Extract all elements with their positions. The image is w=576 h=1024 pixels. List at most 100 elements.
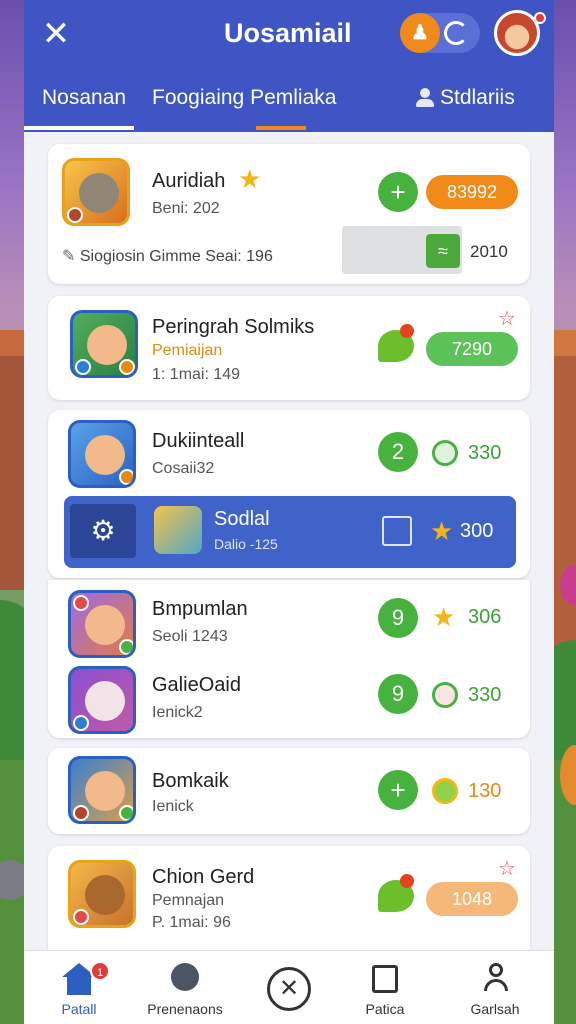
list-item[interactable]: Dukiinteall Cosaii32 2 330 ⚙ Sodlal Dali… — [48, 410, 530, 578]
nav-label: Patica — [365, 1001, 405, 1017]
hero-face-icon — [85, 605, 125, 645]
score-pill[interactable]: 7290 — [426, 332, 518, 366]
window-icon[interactable] — [382, 516, 412, 546]
progress-box: ≈ — [342, 226, 462, 274]
hero-face-icon — [87, 325, 127, 365]
game-name: Dukiinteall — [152, 430, 245, 452]
game-icon — [68, 860, 136, 928]
gem-icon — [73, 715, 89, 731]
nav-label: Prenenaons — [147, 1001, 223, 1017]
person-icon — [416, 88, 434, 108]
game-icon — [154, 506, 202, 554]
coin-icon: ♟ — [400, 13, 440, 53]
active-tab-indicator — [24, 126, 134, 130]
game-icon — [68, 590, 136, 658]
hero-face-icon — [85, 681, 125, 721]
nav-label: Patall — [61, 1001, 97, 1017]
add-button[interactable]: + — [378, 770, 418, 810]
star-icon: ★ — [238, 164, 262, 194]
gem-icon — [432, 778, 458, 804]
game-icon — [62, 158, 130, 226]
chart-icon: ≈ — [426, 234, 460, 268]
add-button[interactable]: + — [378, 172, 418, 212]
bottom-nav: 1 Patall Prenenaons ✕ Patica Garlsah — [24, 950, 554, 1024]
tab-indicator — [256, 126, 306, 130]
app-header: ✕ Uosamiail ♟ Nosanan Foogiaing Pemliaka… — [24, 0, 554, 132]
notification-dot — [534, 12, 546, 24]
chat-badge — [400, 874, 414, 888]
game-meta: 1: 1mai: 149 — [152, 366, 241, 383]
nav-item-patica[interactable]: Patica — [330, 951, 440, 1024]
game-subtitle: Ienick2 — [152, 704, 203, 721]
tab-stdlariis[interactable]: Stdlariis — [416, 86, 515, 110]
gem-icon — [73, 595, 89, 611]
hero-face-icon — [85, 435, 125, 475]
gem-icon — [119, 805, 133, 821]
game-name: GalieOaid — [152, 674, 241, 696]
game-name: Auridiah — [152, 170, 226, 192]
score-pill[interactable]: 1048 — [426, 882, 518, 916]
game-tag: Pemiaijan — [152, 342, 223, 359]
gem-icon — [75, 359, 91, 375]
game-subtitle: Beni: 202 — [152, 200, 220, 217]
game-icon — [68, 666, 136, 734]
nav-item-promotions[interactable]: Prenenaons — [130, 951, 240, 1024]
game-subtitle: Pemnajan — [152, 892, 225, 909]
profile-icon — [484, 963, 508, 993]
list-item[interactable]: Bmpumlan Seoli 1243 9 ★ 306 GalieOaid Ie… — [48, 580, 530, 738]
round-button[interactable]: 9 — [378, 598, 418, 638]
score-value: 306 — [468, 606, 502, 628]
game-subtitle: Dalio -125 — [214, 536, 278, 552]
game-icon — [68, 420, 136, 488]
gem-icon — [119, 469, 133, 485]
nav-item-profile[interactable]: Garlsah — [440, 951, 550, 1024]
gem-icon — [73, 805, 89, 821]
list-item[interactable]: Auridiah ★ Beni: 202 + 83992 ✎ Siogiosin… — [48, 144, 530, 284]
game-name: Bmpumlan — [152, 598, 248, 620]
nav-item-center[interactable]: ✕ — [234, 951, 344, 1024]
tab-nosanan[interactable]: Nosanan — [42, 86, 126, 110]
round-button[interactable]: 2 — [378, 432, 418, 472]
tab-foogiaing[interactable]: Foogiaing Pemliaka — [152, 86, 336, 110]
highlight-row[interactable]: ⚙ Sodlal Dalio -125 ★ 300 — [64, 496, 516, 568]
gem-icon — [67, 207, 83, 223]
wolf-icon — [79, 173, 119, 213]
chat-badge — [400, 324, 414, 338]
game-name: Peringrah Solmiks — [152, 316, 315, 338]
meta-text: Siogiosin Gimme Seai: 196 — [79, 248, 273, 265]
pencil-icon: ✎ — [62, 248, 80, 265]
gem-icon — [119, 359, 135, 375]
refresh-icon — [444, 21, 468, 45]
game-meta: ✎ Siogiosin Gimme Seai: 196 — [62, 246, 273, 266]
game-meta: P. 1mai: 96 — [152, 914, 231, 931]
star-icon: ★ — [430, 516, 454, 546]
list-item[interactable]: Chion Gerd Pemnajan P. 1mai: 96 ☆ 1048 — [48, 846, 530, 950]
star-icon: ★ — [432, 602, 456, 632]
score-value: 330 — [468, 442, 502, 464]
beast-icon — [85, 875, 125, 915]
nav-label: Garlsah — [470, 1001, 520, 1017]
score-value: 330 — [468, 684, 502, 706]
close-button[interactable]: ✕ — [36, 14, 76, 54]
game-icon — [68, 756, 136, 824]
app-title: Uosamiail — [224, 18, 352, 48]
settings-gear-icon[interactable]: ⚙ — [70, 504, 136, 558]
nav-item-home[interactable]: 1 Patall — [24, 951, 134, 1024]
list-item[interactable]: Bomkaik Ienick + 130 — [48, 748, 530, 834]
game-subtitle: Cosaii32 — [152, 460, 215, 477]
gem-icon — [119, 639, 133, 655]
hero-face-icon — [85, 771, 125, 811]
game-name: Bomkaik — [152, 770, 229, 792]
game-subtitle: Ienick — [152, 798, 194, 815]
tab-label: Stdlariis — [440, 86, 515, 109]
game-subtitle: Seoli 1243 — [152, 628, 228, 645]
round-button[interactable]: 9 — [378, 674, 418, 714]
game-list: Auridiah ★ Beni: 202 + 83992 ✎ Siogiosin… — [24, 132, 554, 950]
puzzle-icon — [171, 963, 199, 991]
score-pill[interactable]: 83992 — [426, 175, 518, 209]
score-value: 300 — [460, 520, 494, 542]
currency-pill[interactable]: ♟ — [400, 13, 480, 53]
list-item[interactable]: Peringrah Solmiks Pemiaijan 1: 1mai: 149… — [48, 296, 530, 400]
close-circle-icon: ✕ — [267, 967, 311, 1011]
game-name: Sodlal — [214, 508, 270, 530]
